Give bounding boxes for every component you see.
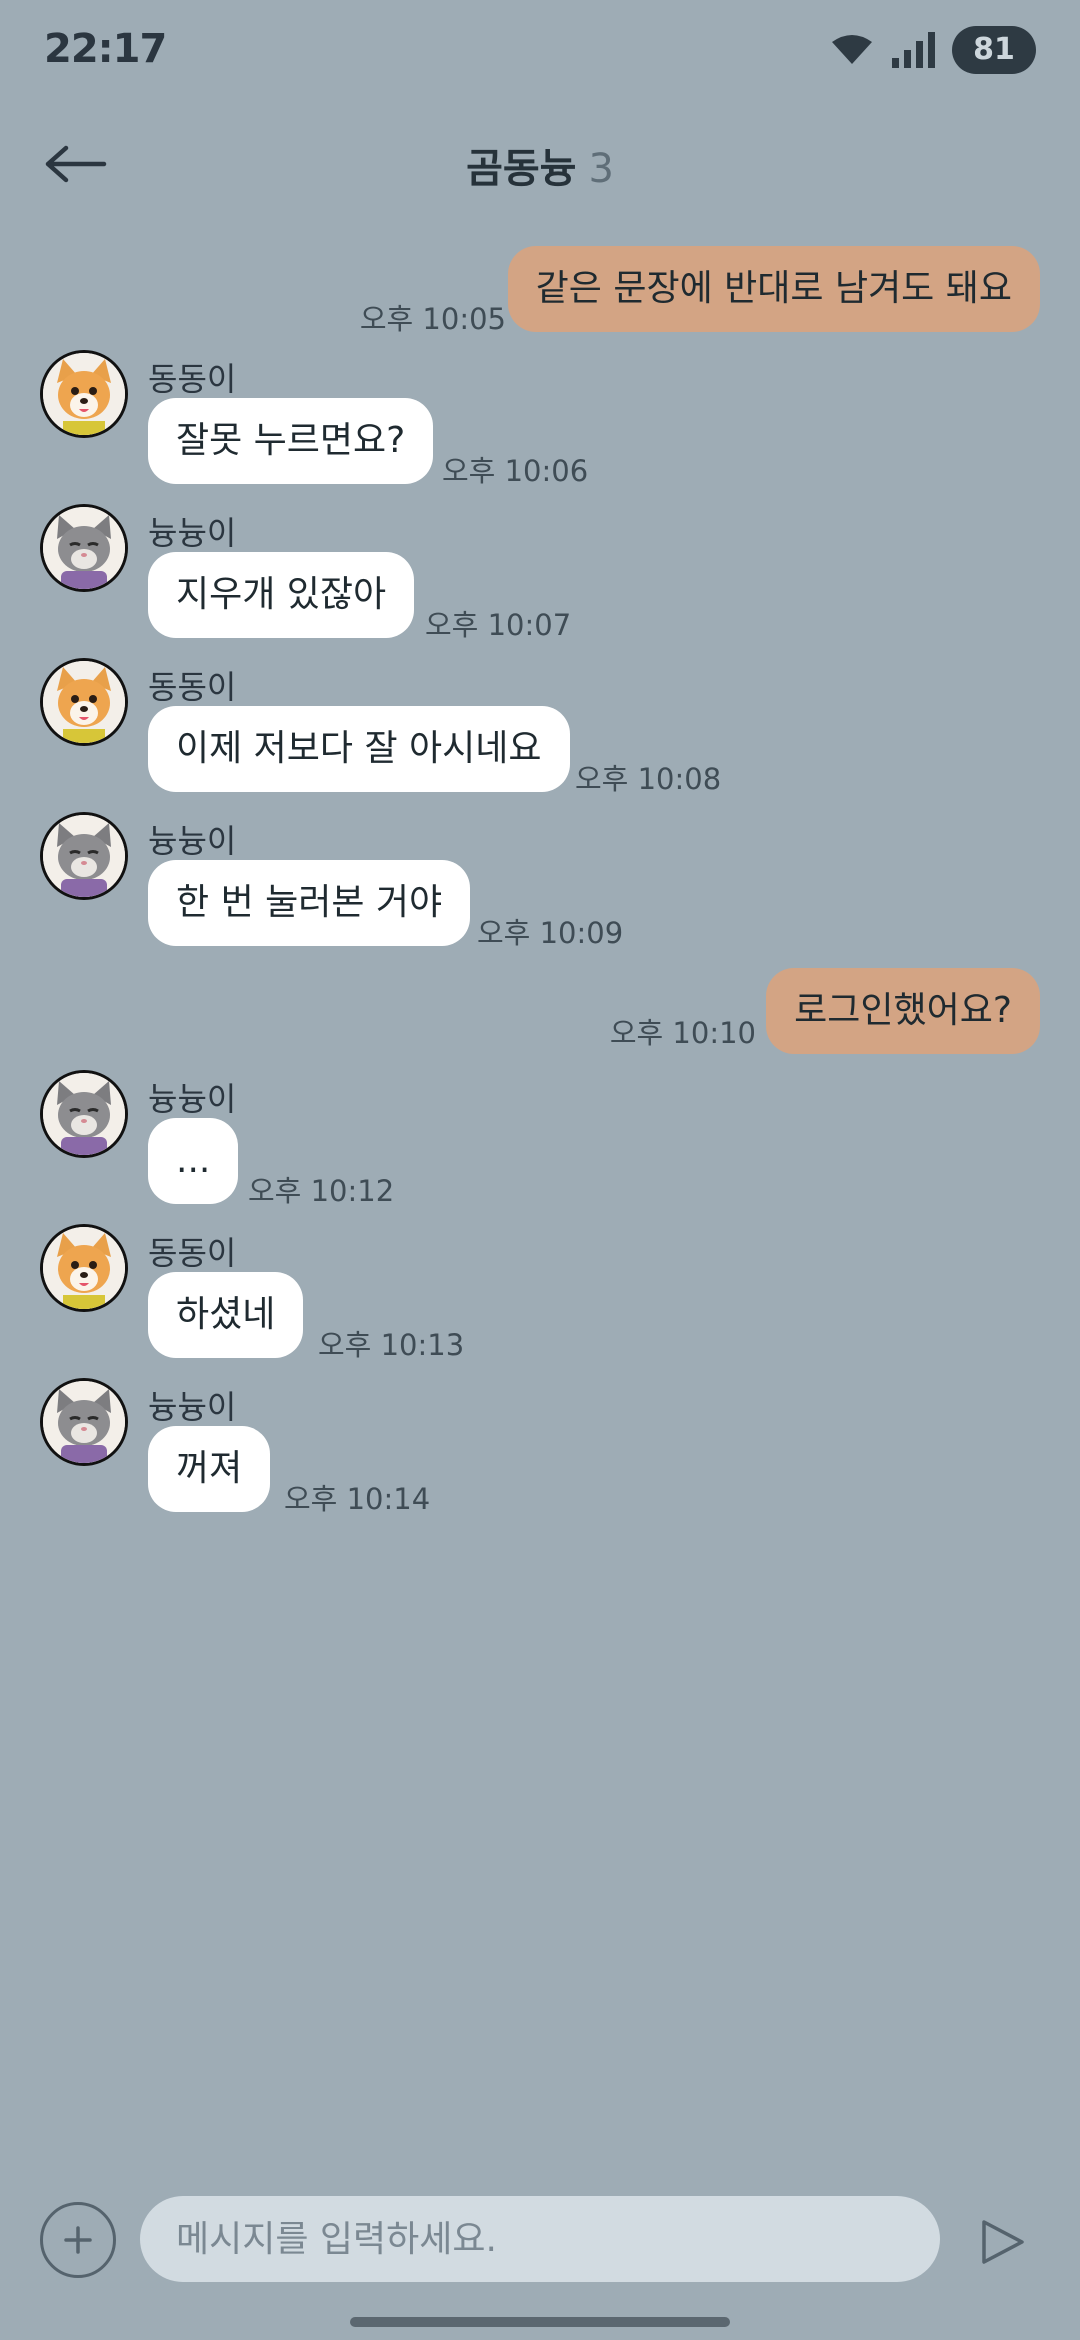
send-icon[interactable] xyxy=(978,2218,1026,2266)
cat-face-icon xyxy=(43,1073,125,1155)
message-time: 오후 10:05 xyxy=(359,302,506,336)
incoming-bubble[interactable]: ... xyxy=(148,1118,239,1204)
attach-plus-button[interactable] xyxy=(40,2202,116,2278)
status-time: 22:17 xyxy=(44,26,167,72)
outgoing-bubble[interactable]: 로그인했어요? xyxy=(766,968,1040,1054)
battery-indicator: 81 xyxy=(952,26,1036,74)
chat-title: 곰동늉 xyxy=(466,146,577,192)
cat-face-icon xyxy=(43,507,125,589)
signal-icon xyxy=(892,32,935,68)
message-time: 오후 10:12 xyxy=(248,1174,395,1208)
sender-name: 늉늉이 xyxy=(148,1080,237,1118)
wifi-icon xyxy=(832,35,872,64)
cat-face-icon xyxy=(43,815,125,897)
message-composer xyxy=(0,2196,1080,2286)
dog-face-icon xyxy=(43,353,125,435)
message-time: 오후 10:14 xyxy=(284,1482,431,1516)
cat-face-icon xyxy=(43,1381,125,1463)
home-indicator[interactable] xyxy=(350,2317,730,2327)
member-count: 3 xyxy=(588,146,614,192)
incoming-bubble[interactable]: 지우개 있잖아 xyxy=(148,552,415,638)
cat-avatar[interactable] xyxy=(40,812,128,900)
incoming-bubble[interactable]: 꺼져 xyxy=(148,1426,271,1512)
incoming-bubble[interactable]: 한 번 눌러본 거야 xyxy=(148,860,471,946)
dog-avatar[interactable] xyxy=(40,1224,128,1312)
sender-name: 동동이 xyxy=(148,1234,237,1272)
dog-face-icon xyxy=(43,661,125,743)
dog-avatar[interactable] xyxy=(40,658,128,746)
incoming-bubble[interactable]: 하셨네 xyxy=(148,1272,304,1358)
sender-name: 늉늉이 xyxy=(148,1388,237,1426)
chat-title-wrap: 곰동늉 3 xyxy=(0,136,1080,194)
message-time: 오후 10:06 xyxy=(442,454,589,488)
plus-icon xyxy=(64,2226,92,2254)
sender-name: 동동이 xyxy=(148,360,237,398)
message-input[interactable] xyxy=(140,2196,940,2282)
cat-avatar[interactable] xyxy=(40,1378,128,1466)
status-bar: 22:17 81 xyxy=(0,0,1080,100)
sender-name: 동동이 xyxy=(148,668,237,706)
message-time: 오후 10:09 xyxy=(477,916,624,950)
cat-avatar[interactable] xyxy=(40,504,128,592)
message-time: 오후 10:13 xyxy=(318,1328,465,1362)
sender-name: 늉늉이 xyxy=(148,822,237,860)
dog-avatar[interactable] xyxy=(40,350,128,438)
chat-header: 곰동늉 3 xyxy=(0,110,1080,220)
dog-face-icon xyxy=(43,1227,125,1309)
sender-name: 늉늉이 xyxy=(148,514,237,552)
incoming-bubble[interactable]: 잘못 누르면요? xyxy=(148,398,434,484)
cat-avatar[interactable] xyxy=(40,1070,128,1158)
message-time: 오후 10:07 xyxy=(425,608,572,642)
outgoing-bubble[interactable]: 같은 문장에 반대로 남겨도 돼요 xyxy=(507,246,1040,332)
incoming-bubble[interactable]: 이제 저보다 잘 아시네요 xyxy=(148,706,570,792)
message-time: 오후 10:10 xyxy=(609,1016,756,1050)
message-time: 오후 10:08 xyxy=(575,762,722,796)
